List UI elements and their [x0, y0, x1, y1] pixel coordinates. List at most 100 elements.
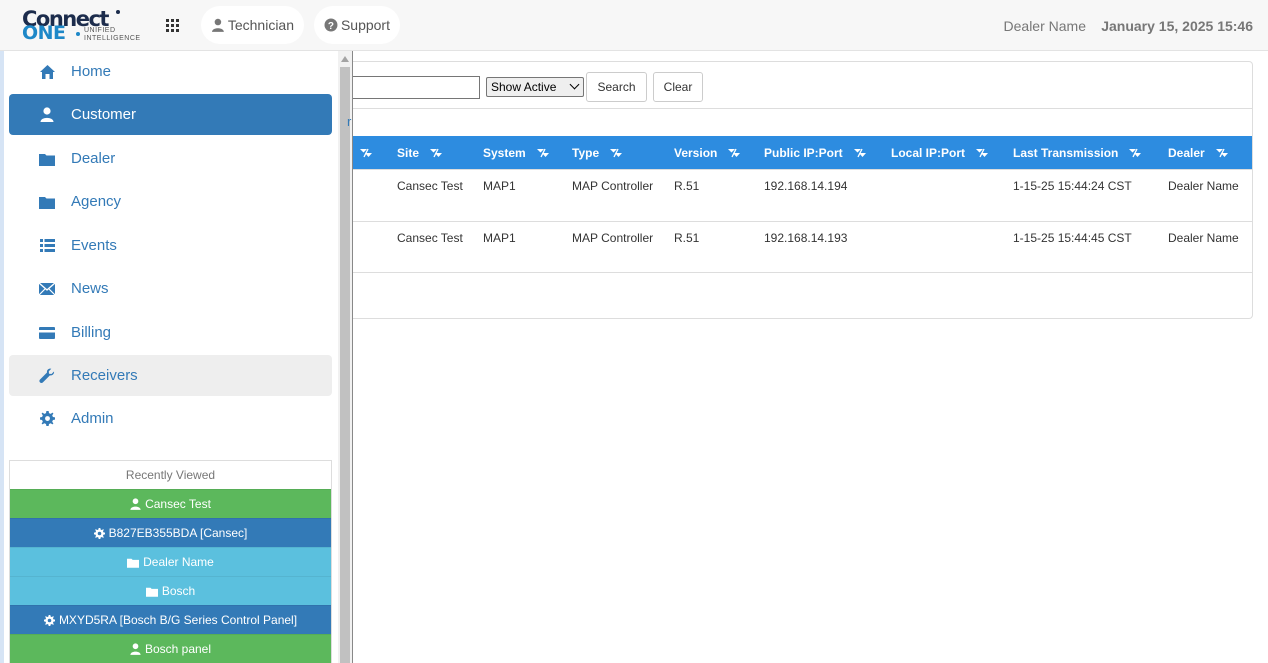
gear-icon [38, 410, 56, 428]
user-icon [211, 18, 224, 32]
cell-last-transmission: 1-15-25 15:44:24 CST [1013, 179, 1132, 193]
apps-grid-icon[interactable] [166, 19, 179, 32]
recent-item-label: Bosch [161, 584, 196, 598]
sort-icon [728, 148, 741, 157]
top-navbar: Connect ONE UNIFIED INTELLIGENCE Technic… [0, 0, 1268, 51]
chevron-down-icon [569, 79, 580, 90]
list-icon [38, 237, 56, 255]
sidebar-item-dealer[interactable]: Dealer [9, 138, 332, 179]
cell-version: R.51 [674, 179, 700, 193]
recent-item-cansec-test[interactable]: Cansec Test [10, 489, 331, 518]
filter-link[interactable]: r [347, 114, 351, 129]
logo-tagline-line2: INTELLIGENCE [84, 35, 141, 42]
status-filter-value: Show Active [491, 80, 557, 94]
column-header-public-ip[interactable]: Public IP:Port [764, 136, 867, 169]
recent-item-label: Dealer Name [143, 555, 214, 569]
column-header-version[interactable]: Version [674, 136, 741, 169]
wrench-icon [38, 367, 56, 385]
cell-site[interactable]: Cansec Test [397, 179, 463, 193]
cell-dealer[interactable]: Dealer Name [1168, 179, 1239, 193]
sort-icon-partial[interactable] [359, 136, 373, 169]
table-row[interactable]: Cansec Test MAP1 MAP Controller R.51 192… [353, 169, 1252, 220]
sidebar-item-label: Receivers [71, 367, 138, 384]
scrollbar-thumb[interactable] [340, 67, 350, 663]
sidebar-item-label: Admin [71, 410, 114, 427]
cell-site[interactable]: Cansec Test [397, 231, 463, 245]
logo-one-text: ONE [22, 22, 66, 44]
logo-dot [116, 10, 120, 14]
cell-public-ip: 192.168.14.194 [764, 179, 848, 193]
sidebar-item-receivers[interactable]: Receivers [9, 355, 332, 396]
header-datetime: January 15, 2025 15:46 [1101, 18, 1253, 34]
receivers-panel: Show Active Search Clear r Site System T… [347, 61, 1253, 319]
logo-tagline-line1: UNIFIED [84, 27, 116, 34]
support-button[interactable]: ? Support [314, 6, 400, 44]
recent-item-bosch[interactable]: Bosch [10, 576, 331, 605]
sidebar-item-label: Agency [71, 193, 122, 210]
sidebar: Home Customer Dealer Agency Events News … [0, 51, 338, 663]
cell-last-transmission: 1-15-25 15:44:45 CST [1013, 231, 1132, 245]
cell-dealer[interactable]: Dealer Name [1168, 231, 1239, 245]
column-header-last-transmission[interactable]: Last Transmission [1013, 136, 1142, 169]
recent-item-bosch-panel[interactable]: Bosch panel [10, 634, 331, 663]
sort-icon [976, 148, 989, 157]
folder-icon [145, 587, 158, 597]
recent-item-b827eb355bda[interactable]: B827EB355BDA [Cansec] [10, 518, 331, 547]
column-header-site[interactable]: Site [397, 136, 443, 169]
sidebar-item-label: Home [71, 63, 112, 80]
search-input[interactable] [353, 76, 480, 99]
cell-type: MAP Controller [572, 231, 654, 245]
user-icon [38, 106, 56, 124]
column-header-type[interactable]: Type [572, 136, 623, 169]
status-filter-select[interactable]: Show Active [486, 77, 584, 97]
gear-icon [93, 527, 105, 539]
gear-icon [43, 614, 55, 626]
search-button[interactable]: Search [586, 72, 647, 102]
envelope-icon [38, 280, 56, 298]
sidebar-scrollbar[interactable] [338, 51, 353, 663]
home-icon [38, 63, 56, 81]
recent-item-label: MXYD5RA [Bosch B/G Series Control Panel] [58, 613, 298, 627]
sidebar-item-news[interactable]: News [9, 268, 332, 309]
logo-tagline: UNIFIED INTELLIGENCE [84, 27, 141, 43]
sort-icon [1215, 148, 1228, 157]
recent-item-mxyd5ra[interactable]: MXYD5RA [Bosch B/G Series Control Panel] [10, 605, 331, 634]
column-header-dealer[interactable]: Dealer [1168, 136, 1229, 169]
sidebar-item-label: Events [71, 237, 117, 254]
sidebar-item-events[interactable]: Events [9, 225, 332, 266]
svg-text:?: ? [328, 21, 334, 32]
sort-icon [853, 148, 866, 157]
sidebar-item-admin[interactable]: Admin [9, 398, 332, 439]
header-dealer-name[interactable]: Dealer Name [1004, 18, 1086, 34]
table-row[interactable]: Cansec Test MAP1 MAP Controller R.51 192… [353, 221, 1252, 272]
sort-icon [610, 148, 623, 157]
recently-viewed-title: Recently Viewed [10, 461, 331, 489]
recent-item-dealer-name[interactable]: Dealer Name [10, 547, 331, 576]
sidebar-item-label: Billing [71, 324, 112, 341]
sort-icon [1129, 148, 1142, 157]
connect-one-logo[interactable]: Connect ONE UNIFIED INTELLIGENCE [20, 8, 146, 44]
recent-item-label: Bosch panel [144, 642, 212, 656]
sidebar-item-label: Customer [71, 106, 137, 123]
credit-card-icon [38, 324, 56, 342]
sort-icon [536, 148, 549, 157]
sort-icon [430, 148, 443, 157]
sidebar-item-home[interactable]: Home [9, 51, 332, 92]
user-icon [130, 498, 141, 510]
question-circle-icon: ? [324, 18, 338, 32]
sidebar-item-billing[interactable]: Billing [9, 312, 332, 353]
column-header-system[interactable]: System [483, 136, 550, 169]
clear-button[interactable]: Clear [653, 72, 703, 102]
support-label: Support [340, 17, 390, 33]
technician-label: Technician [227, 17, 294, 33]
sidebar-item-label: News [71, 280, 109, 297]
sidebar-item-agency[interactable]: Agency [9, 181, 332, 222]
scroll-up-arrow-icon[interactable] [341, 56, 349, 62]
toolbar-divider [353, 108, 1253, 109]
cell-system: MAP1 [483, 231, 516, 245]
logo-separator-dot [76, 32, 80, 36]
column-header-local-ip[interactable]: Local IP:Port [891, 136, 989, 169]
technician-button[interactable]: Technician [201, 6, 304, 44]
cell-system: MAP1 [483, 179, 516, 193]
sidebar-item-customer[interactable]: Customer [9, 94, 332, 135]
